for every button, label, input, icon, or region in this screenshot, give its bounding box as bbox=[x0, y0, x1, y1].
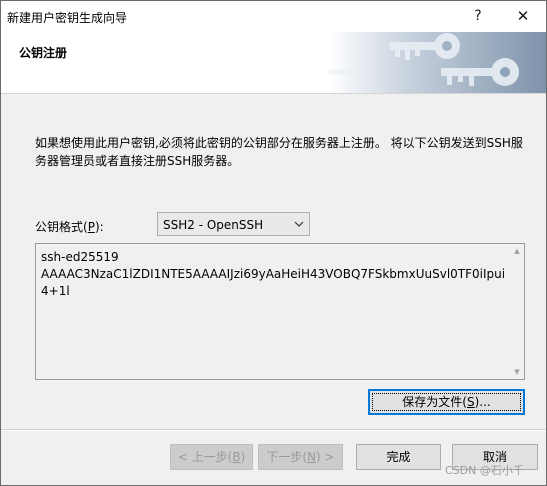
public-key-textarea[interactable]: ssh-ed25519 AAAAC3NzaC1lZDI1NTE5AAAAIJzi… bbox=[35, 243, 525, 380]
instruction-text: 如果想使用此用户密钥,必须将此密钥的公钥部分在服务器上注册。 将以下公钥发送到S… bbox=[35, 136, 523, 168]
chevron-down-icon bbox=[294, 221, 304, 227]
back-button-label-suffix: ) bbox=[240, 450, 246, 464]
next-button[interactable]: 下一步(N) > bbox=[258, 444, 343, 470]
page-title: 公钥注册 bbox=[19, 46, 68, 60]
key-wizard-dialog: 新建用户密钥生成向导 ? ✕ 公钥注册 如果想使用此用户密钥,必须将此密钥的公钥… bbox=[0, 0, 547, 486]
key-format-label: 公钥格式(P): bbox=[35, 218, 104, 235]
next-button-label-prefix: 下一步( bbox=[266, 450, 308, 464]
key-format-label-prefix: 公钥格式( bbox=[35, 220, 88, 234]
back-button[interactable]: < 上一步(B) bbox=[170, 444, 253, 470]
keys-banner-image bbox=[329, 32, 546, 93]
public-key-text: ssh-ed25519 AAAAC3NzaC1lZDI1NTE5AAAAIJzi… bbox=[41, 250, 506, 298]
next-button-label-suffix: ) > bbox=[316, 450, 335, 464]
vertical-scrollbar[interactable]: ▲ ▼ bbox=[510, 244, 524, 379]
next-button-hotkey: N bbox=[307, 450, 317, 464]
footer-divider bbox=[1, 429, 546, 431]
scroll-down-arrow-icon[interactable]: ▼ bbox=[510, 365, 524, 379]
back-button-label-prefix: < 上一步( bbox=[177, 450, 233, 464]
focus-ring bbox=[372, 393, 521, 411]
finish-button[interactable]: 完成 bbox=[356, 444, 441, 470]
key-format-dropdown[interactable]: SSH2 - OpenSSH bbox=[157, 212, 310, 236]
scroll-up-arrow-icon[interactable]: ▲ bbox=[510, 244, 524, 258]
key-format-selected-value: SSH2 - OpenSSH bbox=[163, 218, 264, 232]
key-format-hotkey: P bbox=[87, 220, 95, 234]
title-bar[interactable]: 新建用户密钥生成向导 ? ✕ bbox=[1, 1, 546, 32]
close-button[interactable]: ✕ bbox=[503, 1, 543, 32]
wizard-header: 公钥注册 bbox=[1, 32, 546, 94]
key-format-label-suffix: ): bbox=[94, 220, 104, 234]
window-title: 新建用户密钥生成向导 bbox=[7, 11, 128, 25]
back-button-hotkey: B bbox=[232, 450, 241, 464]
help-button[interactable]: ? bbox=[458, 1, 498, 32]
csdn-watermark: CSDN @石小千 bbox=[445, 464, 524, 477]
save-to-file-button[interactable]: 保存为文件(S)... bbox=[368, 389, 525, 415]
